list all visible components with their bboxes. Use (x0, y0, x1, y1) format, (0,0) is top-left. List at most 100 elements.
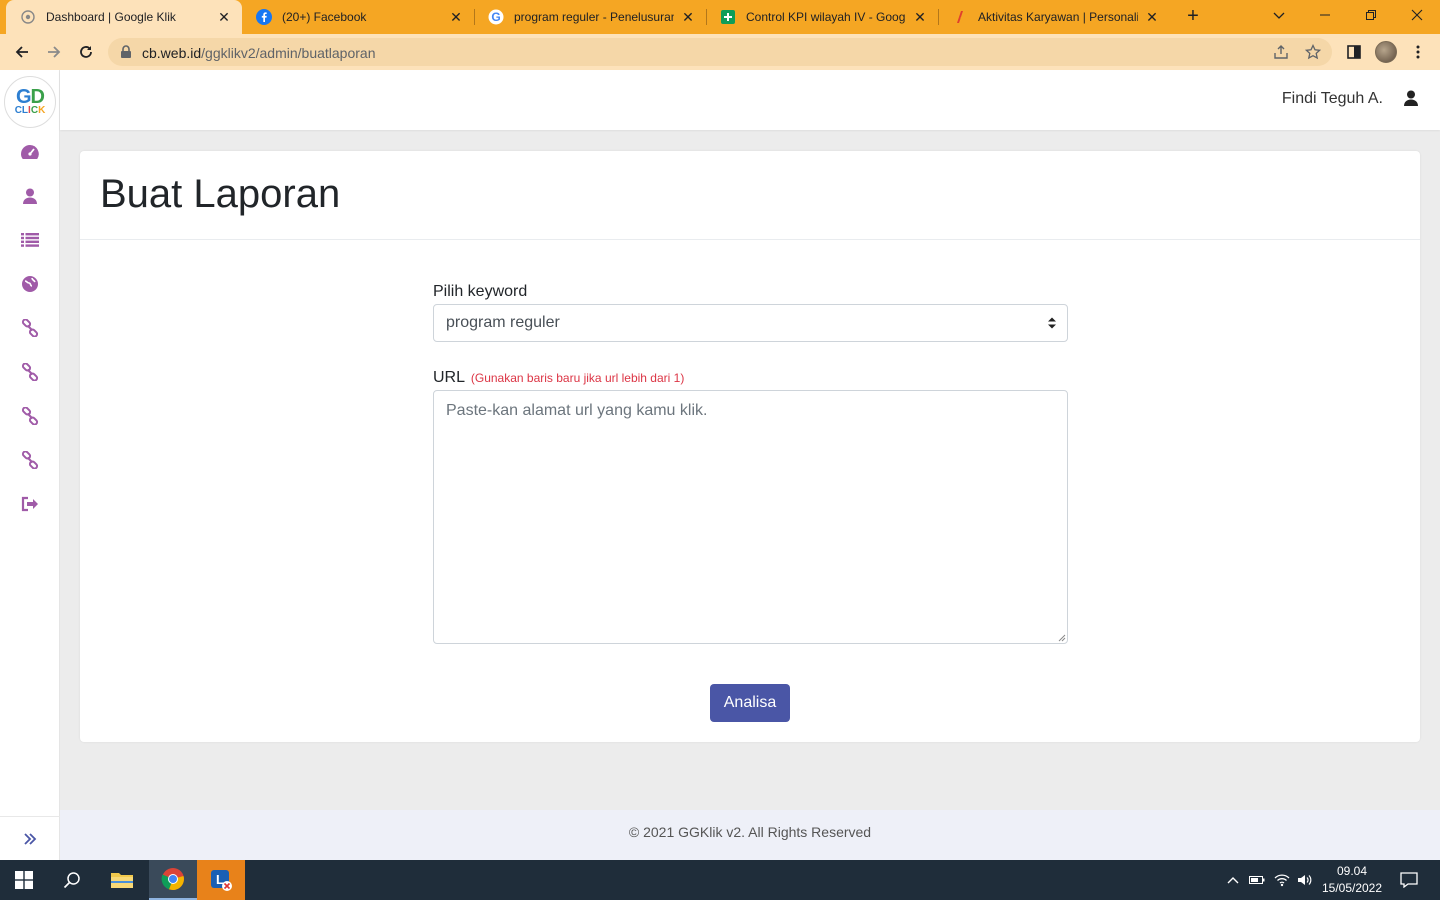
tab-title: program reguler - Penelusuran (514, 10, 674, 24)
keyword-select-value: program reguler (446, 314, 560, 331)
close-icon (1411, 9, 1423, 21)
sidebar-item-link-3[interactable] (18, 404, 42, 428)
taskbar-app[interactable]: L (197, 860, 245, 900)
sidebar-toggle-button[interactable] (0, 816, 60, 860)
close-icon[interactable]: ✕ (912, 9, 928, 25)
close-icon[interactable]: ✕ (1144, 9, 1160, 25)
tab-title: (20+) Facebook (282, 10, 367, 24)
gg-logo-icon (20, 9, 36, 25)
start-button[interactable] (0, 860, 48, 900)
more-vert-icon (1416, 45, 1420, 59)
profile-button[interactable] (1372, 38, 1400, 66)
volume-indicator[interactable] (1294, 860, 1316, 900)
side-panel-icon (1347, 45, 1361, 59)
taskbar-chrome[interactable] (149, 860, 197, 900)
wifi-icon (1274, 874, 1290, 887)
url-textarea[interactable]: Paste-kan alamat url yang kamu klik. (433, 390, 1068, 644)
side-panel-button[interactable] (1340, 38, 1368, 66)
resize-grip-icon (1058, 634, 1066, 642)
clock-time: 09.04 (1336, 864, 1368, 878)
sidebar-item-user[interactable] (18, 184, 42, 208)
tray-overflow-button[interactable] (1222, 860, 1244, 900)
chrome-icon (161, 868, 184, 891)
windows-taskbar: L 09.04 15/05/2022 (0, 860, 1440, 900)
notification-icon (1400, 872, 1418, 888)
tab-dashboard[interactable]: Dashboard | Google Klik ✕ (6, 0, 242, 34)
browser-toolbar: cb.web.id/ggklikv2/admin/buatlaporan (0, 34, 1440, 70)
url-host: cb.web.id (142, 45, 202, 61)
close-window-button[interactable] (1394, 0, 1440, 30)
google-icon: G (488, 9, 504, 25)
svg-text:G: G (491, 10, 500, 24)
keyword-label: Pilih keyword (433, 283, 528, 300)
close-icon[interactable]: ✕ (448, 9, 464, 25)
app-logo[interactable]: GD CLICK (4, 76, 56, 128)
list-icon (21, 233, 39, 247)
link-icon (21, 319, 39, 337)
footer-copyright: © 2021 GGKlik v2. All Rights Reserved (628, 824, 872, 840)
battery-icon (1249, 876, 1265, 884)
url-hint: (Gunakan baris baru jika url lebih dari … (470, 371, 685, 385)
browser-tab-strip: Dashboard | Google Klik ✕ (20+) Facebook… (0, 0, 1440, 34)
share-icon[interactable] (1272, 43, 1290, 61)
reload-icon (80, 46, 92, 58)
tab-title: Aktivitas Karyawan | Personalia (978, 10, 1138, 24)
close-icon[interactable]: ✕ (216, 9, 232, 25)
tab-control-kpi[interactable]: Control KPI wilayah IV - Google ✕ (706, 0, 938, 34)
notifications-button[interactable] (1394, 860, 1424, 900)
close-icon[interactable]: ✕ (680, 9, 696, 25)
search-button[interactable] (48, 860, 96, 900)
tab-google-search[interactable]: G program reguler - Penelusuran ✕ (474, 0, 706, 34)
star-icon[interactable] (1304, 43, 1322, 61)
page-footer: © 2021 GGKlik v2. All Rights Reserved (60, 810, 1440, 860)
back-button[interactable] (8, 38, 36, 66)
lock-icon[interactable] (120, 45, 132, 64)
forward-button[interactable] (40, 38, 68, 66)
menu-button[interactable] (1404, 38, 1432, 66)
arrow-right-icon (48, 46, 61, 58)
sidebar-item-logout[interactable] (18, 492, 42, 516)
user-name[interactable]: Findi Teguh A. (1282, 90, 1383, 108)
app-sidebar: GD CLICK (0, 70, 60, 860)
tab-title: Control KPI wilayah IV - Google (746, 10, 906, 24)
sidebar-item-link-1[interactable] (18, 316, 42, 340)
keyword-select[interactable]: program reguler (433, 304, 1068, 342)
minimize-button[interactable] (1302, 0, 1348, 30)
link-icon (21, 451, 39, 469)
dashboard-icon (21, 145, 39, 159)
report-card: Buat Laporan Pilih keyword program regul… (80, 151, 1420, 742)
avatar (1375, 41, 1397, 63)
double-chevron-right-icon (24, 832, 37, 845)
sidebar-item-globe[interactable] (18, 272, 42, 296)
reload-button[interactable] (72, 38, 100, 66)
clock-date: 15/05/2022 (1321, 881, 1383, 895)
tab-facebook[interactable]: (20+) Facebook ✕ (242, 0, 474, 34)
taskbar-file-explorer[interactable] (98, 860, 146, 900)
network-indicator[interactable] (1270, 860, 1294, 900)
new-tab-button[interactable]: + (1181, 5, 1205, 29)
sidebar-item-list[interactable] (18, 228, 42, 252)
app-header: Findi Teguh A. (60, 70, 1440, 130)
page-title: Buat Laporan (100, 172, 341, 216)
restore-button[interactable] (1348, 0, 1394, 30)
card-header: Buat Laporan (80, 151, 1420, 240)
logo-mark: GD (15, 86, 45, 108)
folder-icon (111, 873, 133, 888)
globe-icon (22, 276, 38, 292)
sidebar-item-dashboard[interactable] (18, 140, 42, 164)
battery-indicator[interactable] (1246, 860, 1268, 900)
link-icon (21, 407, 39, 425)
tab-search-button[interactable] (1256, 0, 1302, 30)
url-text: cb.web.id/ggklikv2/admin/buatlaporan (142, 45, 376, 61)
url-label: URL (Gunakan baris baru jika url lebih d… (433, 369, 684, 387)
volume-icon (1298, 875, 1312, 885)
sidebar-item-link-2[interactable] (18, 360, 42, 384)
address-bar[interactable]: cb.web.id/ggklikv2/admin/buatlaporan (108, 38, 1332, 66)
url-textarea-placeholder: Paste-kan alamat url yang kamu klik. (446, 402, 708, 419)
analisa-button[interactable]: Analisa (710, 684, 790, 722)
user-icon[interactable] (1404, 90, 1422, 108)
sidebar-item-link-4[interactable] (18, 448, 42, 472)
taskbar-clock[interactable]: 09.04 15/05/2022 (1318, 863, 1386, 897)
sign-out-icon (21, 496, 38, 512)
tab-aktivitas-karyawan[interactable]: Aktivitas Karyawan | Personalia ✕ (938, 0, 1170, 34)
